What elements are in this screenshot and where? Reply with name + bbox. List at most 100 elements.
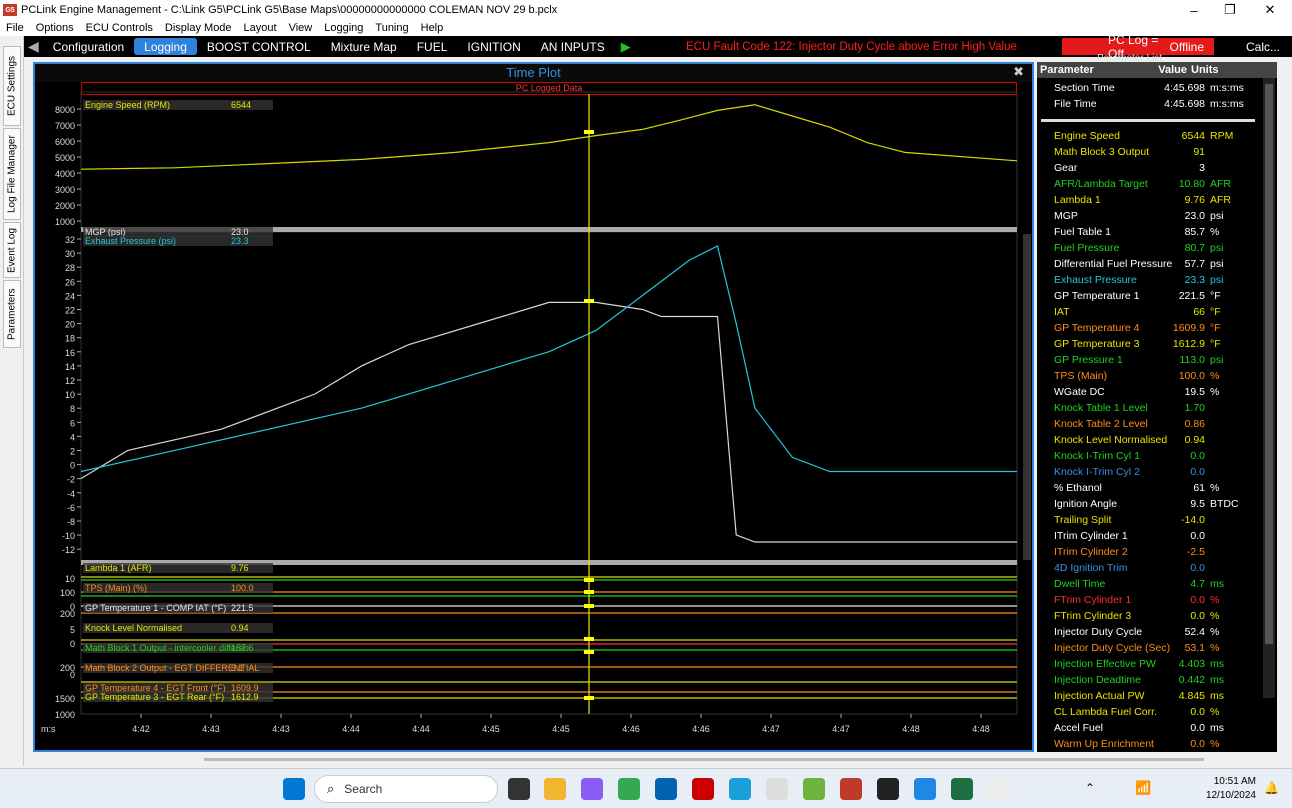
- tab-parameters[interactable]: Parameters: [3, 280, 21, 348]
- tab-boost-control[interactable]: BOOST CONTROL: [197, 38, 321, 55]
- app-blue-icon[interactable]: [729, 778, 751, 800]
- param-row[interactable]: Knock Table 2 Level 0.86: [1037, 416, 1259, 432]
- series-value: 100.0: [231, 583, 254, 593]
- param-row[interactable]: Lambda 1 9.76 AFR: [1037, 192, 1259, 208]
- param-row[interactable]: Dwell Time 4.7 ms: [1037, 576, 1259, 592]
- param-row[interactable]: FTrim Cylinder 1 0.0%: [1037, 592, 1259, 608]
- hscroll-track[interactable]: [204, 758, 1204, 761]
- menu-tuning[interactable]: Tuning: [375, 22, 408, 34]
- menu-options[interactable]: Options: [36, 22, 74, 34]
- param-row[interactable]: GP Temperature 3 1612.9 °F: [1037, 336, 1259, 352]
- menu-display-mode[interactable]: Display Mode: [165, 22, 232, 34]
- tab-ecu-settings[interactable]: ECU Settings: [3, 46, 21, 126]
- param-row[interactable]: Knock Level Normalised 0.94: [1037, 432, 1259, 448]
- param-row[interactable]: Knock I-Trim Cyl 2 0.0: [1037, 464, 1259, 480]
- param-row[interactable]: ITrim Cylinder 2 -2.5: [1037, 544, 1259, 560]
- param-row[interactable]: FTrim Cylinder 3 0.0%: [1037, 608, 1259, 624]
- task-view-icon[interactable]: [508, 778, 530, 800]
- chart-app-icon[interactable]: [988, 778, 1010, 800]
- clock[interactable]: 10:51 AM 12/10/2024: [1198, 775, 1256, 803]
- param-row[interactable]: MGP 23.0 psi: [1037, 208, 1259, 224]
- tab-ignition[interactable]: IGNITION: [457, 38, 530, 55]
- dell-icon[interactable]: [655, 778, 677, 800]
- excel-icon[interactable]: [951, 778, 973, 800]
- parameter-scrollbar[interactable]: [1263, 78, 1275, 698]
- tray-chevron-icon[interactable]: ⌃: [1085, 781, 1095, 795]
- param-row[interactable]: Gear 3: [1037, 160, 1259, 176]
- tab-fuel[interactable]: FUEL: [407, 38, 458, 55]
- tab-an-inputs[interactable]: AN INPUTS: [531, 38, 615, 55]
- tab-log-file-manager[interactable]: Log File Manager: [3, 128, 21, 220]
- param-row[interactable]: Engine Speed 6544 RPM: [1037, 128, 1259, 144]
- param-row[interactable]: Accel Fuel 0.0 ms: [1037, 720, 1259, 736]
- close-button[interactable]: ✕: [1252, 0, 1288, 20]
- tab-configuration[interactable]: Configuration: [43, 38, 134, 55]
- param-row[interactable]: Differential Fuel Pressure 57.7 psi: [1037, 256, 1259, 272]
- param-row[interactable]: AFR/Lambda Target 10.80 AFR: [1037, 176, 1259, 192]
- chrome-icon[interactable]: [618, 778, 640, 800]
- param-row[interactable]: Injection Effective PW 4.403 ms: [1037, 656, 1259, 672]
- param-row[interactable]: Injector Duty Cycle (Sec) 53.1%: [1037, 640, 1259, 656]
- tab-mixture-map[interactable]: Mixture Map: [321, 38, 407, 55]
- horizontal-scrollbar[interactable]: [24, 754, 1292, 766]
- g4-icon[interactable]: [877, 778, 899, 800]
- play-icon[interactable]: ▶: [615, 39, 637, 55]
- time-plot-chart[interactable]: 8000700060005000400030002000100032302826…: [35, 64, 1032, 750]
- param-row[interactable]: Math Block 3 Output 91: [1037, 144, 1259, 160]
- param-row[interactable]: Injection Deadtime 0.442 ms: [1037, 672, 1259, 688]
- param-row[interactable]: Knock Table 1 Level 1.70: [1037, 400, 1259, 416]
- file-explorer-icon[interactable]: [544, 778, 566, 800]
- restore-button[interactable]: ❐: [1212, 0, 1248, 20]
- param-row[interactable]: TPS (Main) 100.0%: [1037, 368, 1259, 384]
- param-name: FTrim Cylinder 1: [1054, 594, 1132, 606]
- param-row[interactable]: File Time 4:45.698 m:s:ms: [1037, 96, 1259, 112]
- param-row[interactable]: CL Lambda Fuel Corr. 0.0%: [1037, 704, 1259, 720]
- param-row[interactable]: % Ethanol 61%: [1037, 480, 1259, 496]
- menu-layout[interactable]: Layout: [244, 22, 277, 34]
- param-row[interactable]: Warm Up Enrichment 0.0%: [1037, 736, 1259, 752]
- param-row[interactable]: GP Temperature 1 221.5 °F: [1037, 288, 1259, 304]
- param-row[interactable]: Section Time 4:45.698 m:s:ms: [1037, 80, 1259, 96]
- app-green-icon[interactable]: [803, 778, 825, 800]
- taskbar-search[interactable]: ⌕ Search: [314, 775, 498, 803]
- pclink-taskbar-icon[interactable]: [840, 778, 862, 800]
- menu-logging[interactable]: Logging: [324, 22, 363, 34]
- menu-file[interactable]: File: [6, 22, 24, 34]
- calc-button[interactable]: Calc...: [1246, 40, 1280, 54]
- app-hand-icon[interactable]: [766, 778, 788, 800]
- tab-logging[interactable]: Logging: [134, 38, 197, 55]
- param-row[interactable]: IAT 66 °F: [1037, 304, 1259, 320]
- tab-event-log[interactable]: Event Log: [3, 222, 21, 278]
- menu-view[interactable]: View: [289, 22, 313, 34]
- param-row[interactable]: Ignition Angle 9.5 BTDC: [1037, 496, 1259, 512]
- menu-ecu-controls[interactable]: ECU Controls: [86, 22, 153, 34]
- toolbar-scroll-left-icon[interactable]: ◀: [24, 38, 43, 55]
- psi-tick: 4: [70, 432, 75, 442]
- app-red-icon[interactable]: [692, 778, 714, 800]
- param-row[interactable]: ITrim Cylinder 1 0.0: [1037, 528, 1259, 544]
- online-status: Offline: [1169, 39, 1204, 54]
- notification-bell-icon[interactable]: 🔔: [1264, 781, 1279, 795]
- param-row[interactable]: 4D Ignition Trim 0.0: [1037, 560, 1259, 576]
- x-tick: 4:48: [972, 724, 990, 734]
- param-row[interactable]: [1037, 112, 1259, 128]
- time-plot-window[interactable]: Time Plot ✖ PC Logged Data 8000 7000 6000 5…: [33, 62, 1034, 752]
- param-row[interactable]: Trailing Split -14.0: [1037, 512, 1259, 528]
- param-row[interactable]: Fuel Table 1 85.7%: [1037, 224, 1259, 240]
- menu-help[interactable]: Help: [421, 22, 444, 34]
- param-row[interactable]: Injector Duty Cycle 52.4%: [1037, 624, 1259, 640]
- param-row[interactable]: GP Temperature 4 1609.9 °F: [1037, 320, 1259, 336]
- param-row[interactable]: Knock I-Trim Cyl 1 0.0: [1037, 448, 1259, 464]
- param-row[interactable]: WGate DC 19.5%: [1037, 384, 1259, 400]
- copilot-icon[interactable]: [581, 778, 603, 800]
- param-row[interactable]: Fuel Pressure 80.7 psi: [1037, 240, 1259, 256]
- app-check-icon[interactable]: [914, 778, 936, 800]
- scrollbar-thumb[interactable]: [1265, 84, 1273, 644]
- param-row[interactable]: Injection Actual PW 4.845 ms: [1037, 688, 1259, 704]
- param-row[interactable]: Exhaust Pressure 23.3 psi: [1037, 272, 1259, 288]
- wifi-icon[interactable]: 📶: [1135, 780, 1151, 796]
- minimize-button[interactable]: –: [1176, 0, 1212, 20]
- param-row[interactable]: GP Pressure 1 113.0 psi: [1037, 352, 1259, 368]
- windows-start-icon[interactable]: [283, 778, 305, 800]
- psi-tick: 12: [65, 376, 75, 386]
